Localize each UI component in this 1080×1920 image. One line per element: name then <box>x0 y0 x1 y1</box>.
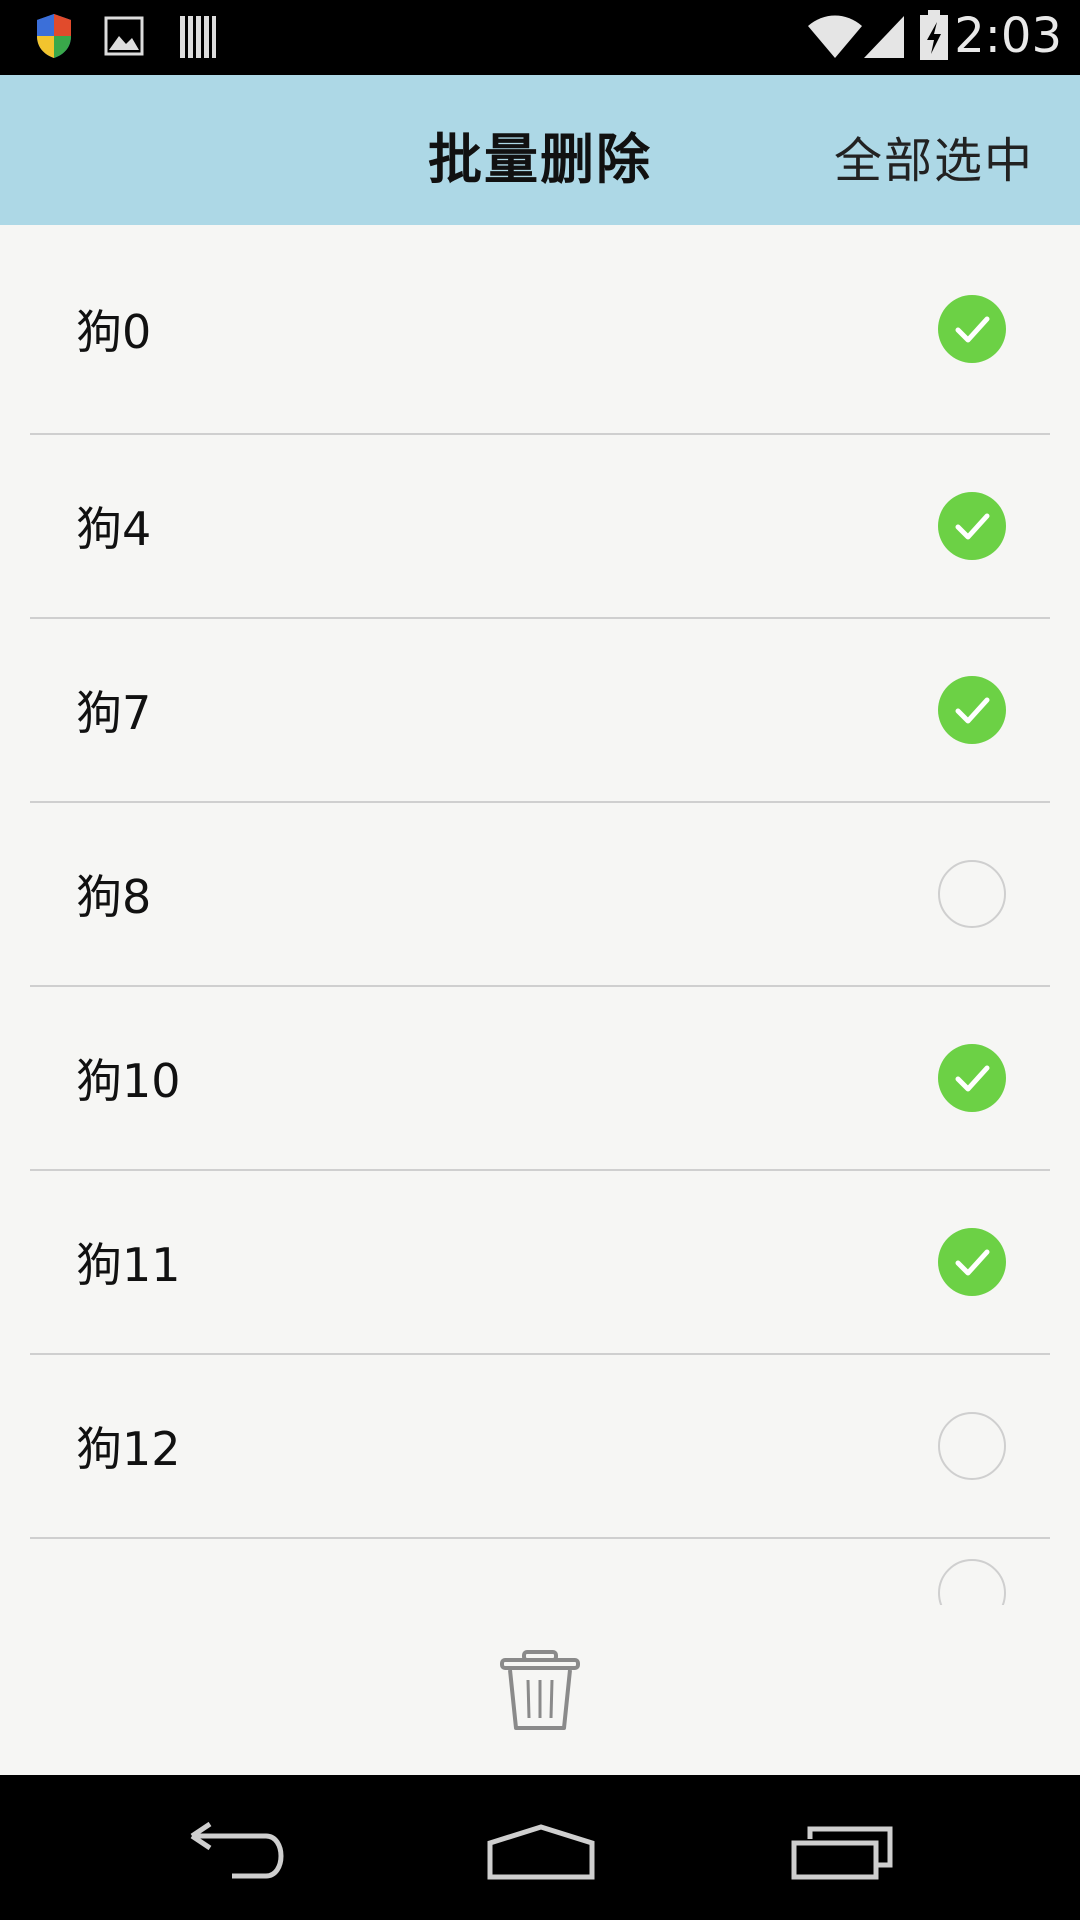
status-bar: 2:03 <box>0 0 1080 75</box>
checked-icon[interactable] <box>938 676 1006 744</box>
app-bar: 批量删除 全部选中 <box>0 75 1080 225</box>
signal-icon <box>862 12 906 64</box>
battery-charging-icon <box>918 10 950 66</box>
recents-icon[interactable] <box>790 1825 894 1885</box>
unchecked-icon[interactable] <box>938 1412 1006 1480</box>
back-icon[interactable] <box>188 1820 290 1884</box>
list-item[interactable]: 狗0 <box>30 225 1050 435</box>
checked-icon[interactable] <box>938 1044 1006 1112</box>
list-item-label: 狗12 <box>76 1422 181 1476</box>
list-item[interactable]: 狗12 <box>30 1355 1050 1539</box>
unchecked-icon[interactable] <box>938 860 1006 928</box>
action-bar <box>0 1605 1080 1775</box>
image-icon <box>104 16 144 60</box>
list-item[interactable] <box>30 1539 1050 1605</box>
status-clock: 2:03 <box>954 8 1062 64</box>
checked-icon[interactable] <box>938 1228 1006 1296</box>
list-item[interactable]: 狗10 <box>30 987 1050 1171</box>
wifi-icon <box>806 12 864 64</box>
item-list: 狗0 狗4 狗7 狗8 狗10 狗11 狗12 <box>0 225 1080 1605</box>
list-item[interactable]: 狗7 <box>30 619 1050 803</box>
unchecked-icon[interactable] <box>938 1559 1006 1605</box>
list-item-label: 狗8 <box>76 870 152 924</box>
list-item-label: 狗10 <box>76 1054 181 1108</box>
nav-bar <box>0 1775 1080 1920</box>
list-item[interactable]: 狗11 <box>30 1171 1050 1355</box>
list-item-label: 狗7 <box>76 686 152 740</box>
list-item[interactable]: 狗8 <box>30 803 1050 987</box>
home-icon[interactable] <box>486 1823 596 1885</box>
list-item-label: 狗0 <box>76 305 152 359</box>
trash-icon[interactable] <box>500 1650 580 1732</box>
checked-icon[interactable] <box>938 295 1006 363</box>
shield-icon <box>34 12 74 64</box>
select-all-button[interactable]: 全部选中 <box>834 121 1034 191</box>
list-item-label: 狗4 <box>76 502 152 556</box>
list-item-label: 狗11 <box>76 1238 181 1292</box>
screen: 2:03 批量删除 全部选中 狗0 狗4 狗7 狗8 狗10 狗11 狗12 <box>0 0 1080 1920</box>
barcode-icon <box>178 14 218 64</box>
list-item[interactable]: 狗4 <box>30 435 1050 619</box>
checked-icon[interactable] <box>938 492 1006 560</box>
